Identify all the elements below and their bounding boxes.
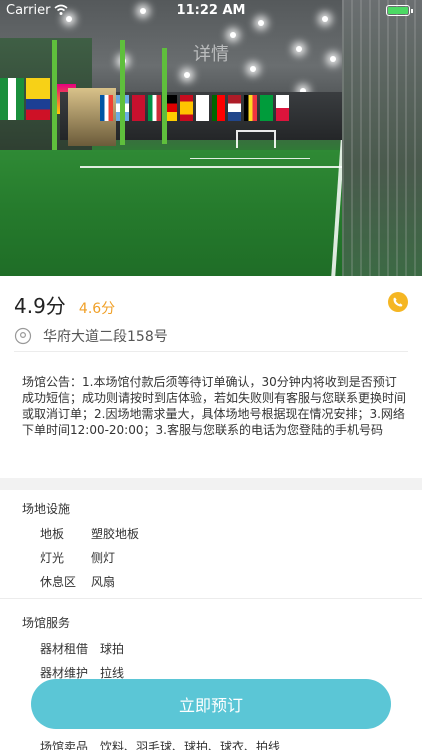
venue-notice: 场馆公告：1.本场馆付款后须等待订单确认，30分钟内将收到是否预订成功短信；成功… [22, 375, 407, 437]
facility-value: 风扇 [91, 575, 116, 589]
flag [148, 95, 161, 121]
flag [212, 95, 225, 121]
pitch-line [190, 158, 310, 159]
section-separator [0, 478, 422, 490]
flag [228, 95, 241, 121]
status-bar: Carrier 11:22 AM [0, 0, 422, 22]
divider [0, 598, 422, 599]
facility-value: 塑胶地板 [91, 527, 140, 541]
service-key: 场馆卖品 [40, 740, 89, 750]
ceiling-light [184, 72, 190, 78]
flag [260, 95, 273, 121]
phone-button[interactable] [388, 292, 408, 312]
service-item: 器材租借 球拍 [40, 640, 124, 657]
facility-value: 侧灯 [91, 551, 116, 565]
rating-secondary: 4.6分 [78, 301, 116, 317]
flag [196, 95, 209, 121]
address-row[interactable]: 华府大道二段158号 [14, 320, 408, 352]
ceiling-light [250, 66, 256, 72]
location-pin-icon [14, 327, 32, 344]
flag [180, 95, 193, 121]
rating-row: 4.9分 4.6分 [14, 290, 408, 318]
pitch-line [80, 166, 350, 168]
flag [100, 95, 113, 121]
wall-flag [26, 78, 50, 120]
service-item: 场馆卖品 饮料、羽毛球、球拍、球衣、拍线 [40, 738, 280, 750]
facility-item: 休息区 风扇 [40, 573, 115, 590]
battery-icon [386, 5, 413, 16]
flag [276, 95, 289, 121]
service-key: 器材租借 [40, 642, 89, 656]
flag [244, 95, 257, 121]
page-title: 详情 [193, 44, 229, 65]
clock: 11:22 AM [176, 3, 246, 18]
facility-key: 地板 [40, 527, 65, 541]
book-now-button[interactable]: 立即预订 [31, 679, 391, 729]
services-title: 场馆服务 [22, 616, 71, 630]
facility-item: 地板 塑胶地板 [40, 525, 139, 542]
flag [132, 95, 145, 121]
service-value: 饮料、羽毛球、球拍、球衣、拍线 [100, 740, 281, 750]
facilities-title: 场地设施 [22, 502, 71, 516]
service-value: 球拍 [100, 642, 125, 656]
phone-icon [393, 297, 403, 307]
ceiling-light [230, 32, 236, 38]
goal [236, 130, 276, 148]
facility-key: 灯光 [40, 551, 65, 565]
rating-score: 4.9分 [14, 294, 66, 318]
flag-row [100, 95, 289, 121]
battery-nub [411, 9, 413, 13]
battery-level [388, 7, 408, 14]
facility-item: 灯光 侧灯 [40, 549, 115, 566]
facility-key: 休息区 [40, 575, 77, 589]
venue-address: 华府大道二段158号 [43, 328, 168, 345]
wall-flag [0, 78, 24, 120]
